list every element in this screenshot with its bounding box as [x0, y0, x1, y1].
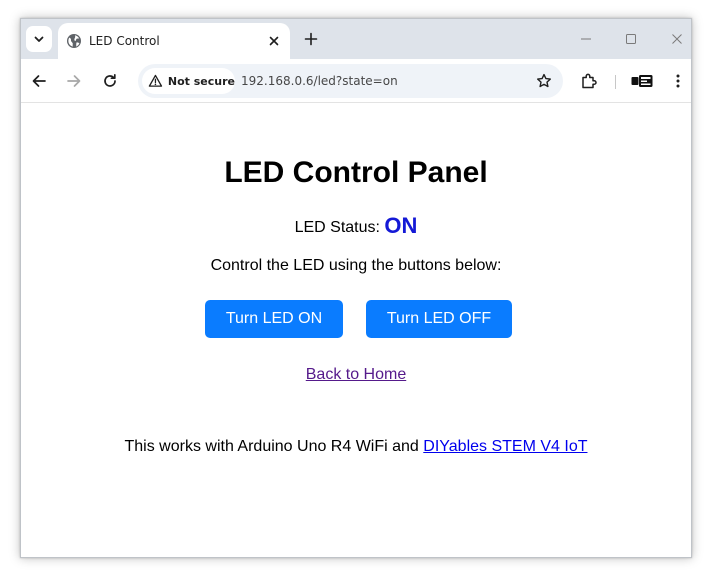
puzzle-icon [582, 73, 597, 89]
diyables-link[interactable]: DIYables STEM V4 IoT [423, 438, 587, 455]
toolbar-divider [615, 75, 616, 89]
back-button[interactable] [28, 70, 50, 92]
security-label: Not secure [167, 74, 235, 88]
arrow-left-icon [32, 75, 46, 87]
turn-led-off-button[interactable]: Turn LED OFF [366, 300, 512, 338]
reload-icon [104, 73, 116, 87]
close-tab-icon[interactable] [266, 33, 282, 49]
chevron-down-icon [34, 36, 44, 42]
maximize-button[interactable] [620, 28, 642, 50]
close-window-button[interactable] [666, 28, 688, 50]
page-title: LED Control Panel [224, 156, 488, 189]
minimize-button[interactable] [575, 28, 597, 50]
url-text[interactable]: 192.168.0.6/led?state=on [241, 74, 398, 88]
diyables-extension-icon[interactable] [631, 74, 653, 88]
new-tab-button[interactable] [300, 28, 322, 50]
status-label: LED Status: [294, 219, 380, 236]
browser-toolbar: Not secure 192.168.0.6/led?state=on [21, 59, 691, 103]
minimize-icon [581, 38, 591, 40]
footer: This works with Arduino Uno R4 WiFi and … [21, 437, 691, 457]
close-icon [672, 34, 682, 44]
diyables-logo [631, 75, 653, 87]
menu-button[interactable] [667, 70, 689, 92]
led-status: LED Status: ON [21, 212, 691, 242]
tab-search-button[interactable] [26, 26, 52, 52]
page-content: LED Control Panel LED Status: ON Control… [21, 104, 691, 557]
reload-button[interactable] [99, 70, 121, 92]
turn-led-on-button[interactable]: Turn LED ON [205, 300, 343, 338]
address-bar[interactable]: Not secure 192.168.0.6/led?state=on [138, 64, 563, 98]
arrow-right-icon [67, 75, 81, 87]
globe-icon [66, 33, 82, 49]
tab-led-control[interactable]: LED Control [58, 23, 290, 59]
warning-icon [148, 74, 163, 87]
home-link-row: Back to Home [21, 365, 691, 385]
plus-icon [304, 32, 318, 46]
tab-strip: LED Control [21, 19, 691, 59]
back-to-home-link[interactable]: Back to Home [306, 366, 406, 383]
site-security-chip[interactable]: Not secure [142, 68, 235, 94]
instruction-text: Control the LED using the buttons below: [210, 257, 502, 274]
maximize-icon [626, 34, 636, 44]
browser-window: LED Control Not secure 192.168.0.6/led?s… [20, 18, 692, 558]
star-icon [537, 73, 551, 88]
extensions-button[interactable] [578, 70, 600, 92]
status-value: ON [384, 213, 418, 238]
forward-button[interactable] [63, 70, 85, 92]
kebab-menu-icon [676, 74, 680, 88]
tab-title: LED Control [89, 34, 160, 48]
bookmark-button[interactable] [533, 70, 555, 92]
footer-text: This works with Arduino Uno R4 WiFi and [124, 438, 424, 455]
